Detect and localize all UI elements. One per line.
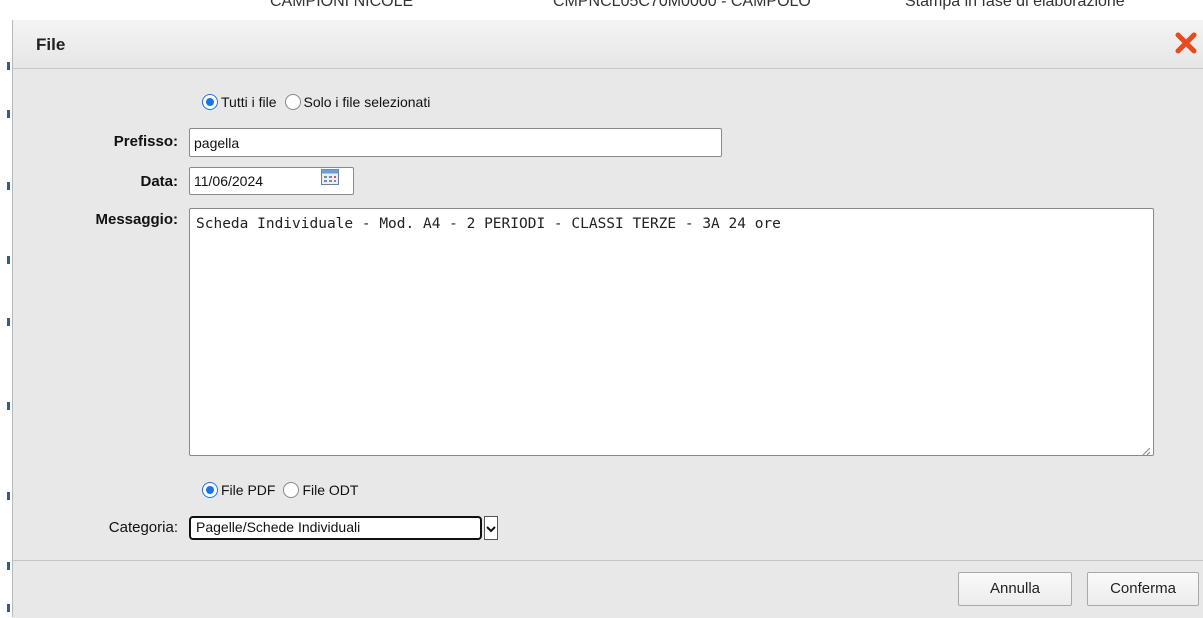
category-select[interactable]: Pagelle/Schede Individuali <box>189 516 482 540</box>
dialog-footer: Annulla Conferma <box>13 560 1203 618</box>
confirm-button[interactable]: Conferma <box>1087 572 1199 606</box>
close-x-icon[interactable] <box>1173 30 1199 56</box>
category-label: Categoria: <box>108 519 178 536</box>
background-left-edge <box>0 22 12 617</box>
radio-all-files-label: Tutti i file <box>221 94 277 110</box>
file-scope-group: Tutti i file Solo i file selezionati <box>202 94 438 110</box>
radio-selected-files-label: Solo i file selezionati <box>303 94 431 110</box>
dialog-title: File <box>36 35 66 54</box>
chevron-down-icon[interactable] <box>484 516 498 540</box>
radio-odt-label: File ODT <box>302 482 359 498</box>
resize-grip-icon[interactable] <box>1141 443 1151 456</box>
message-label: Messaggio: <box>95 211 178 228</box>
prefix-input[interactable] <box>189 128 722 157</box>
radio-pdf[interactable] <box>202 482 218 498</box>
radio-odt[interactable] <box>283 482 300 498</box>
file-dialog: File Tutti i file Solo i file selezionat… <box>12 20 1203 618</box>
background-text-code: CMPNCL05C70M0000 - CAMPOLO <box>553 0 811 10</box>
background-text-status: Stampa in fase di elaborazione <box>905 0 1125 10</box>
background-text-name: CAMPIONI NICOLE <box>270 0 414 10</box>
date-label: Data: <box>140 173 178 190</box>
cancel-button[interactable]: Annulla <box>958 572 1072 606</box>
dialog-titlebar: File <box>13 20 1203 69</box>
radio-selected-files[interactable] <box>284 94 301 110</box>
prefix-label: Prefisso: <box>113 133 178 150</box>
message-textarea[interactable]: Scheda Individuale - Mod. A4 - 2 PERIODI… <box>189 208 1154 456</box>
file-format-group: File PDF File ODT <box>202 482 366 498</box>
dialog-content: Tutti i file Solo i file selezionati Pre… <box>13 69 1203 559</box>
calendar-icon[interactable] <box>321 169 339 185</box>
radio-pdf-label: File PDF <box>221 482 276 498</box>
radio-all-files[interactable] <box>202 94 218 110</box>
background-page-strip: CAMPIONI NICOLE CMPNCL05C70M0000 - CAMPO… <box>0 0 1203 22</box>
